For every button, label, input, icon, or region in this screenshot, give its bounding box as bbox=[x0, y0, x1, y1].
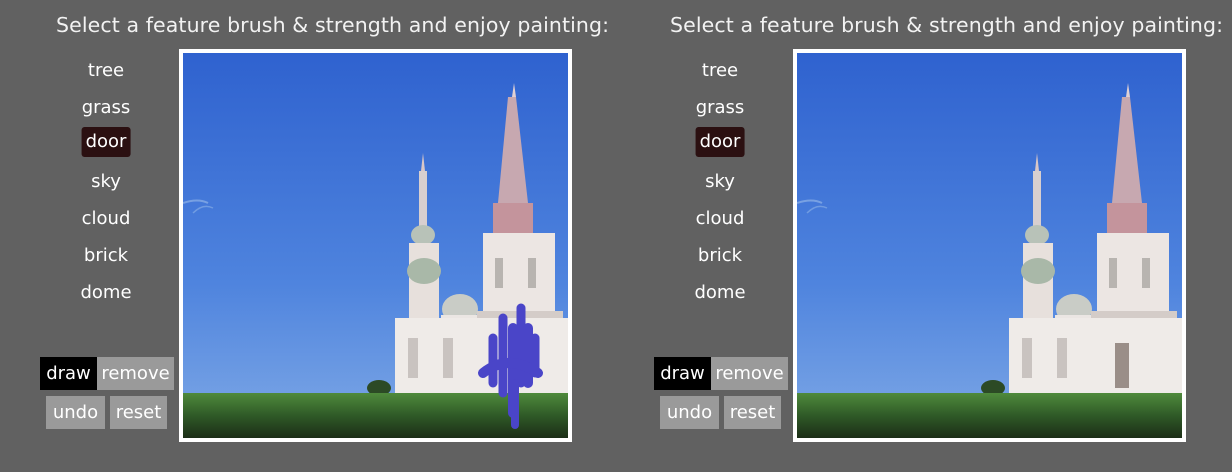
feature-brush-grass[interactable]: grass bbox=[78, 93, 135, 123]
draw-button[interactable]: draw bbox=[654, 357, 711, 390]
feature-brush-brick[interactable]: brick bbox=[694, 241, 746, 271]
feature-brush-cloud[interactable]: cloud bbox=[78, 204, 135, 234]
reset-button[interactable]: reset bbox=[724, 396, 781, 429]
painting-canvas[interactable] bbox=[179, 49, 572, 442]
remove-button[interactable]: remove bbox=[711, 357, 788, 390]
generated-image[interactable] bbox=[797, 53, 1182, 438]
feature-brush-tree[interactable]: tree bbox=[84, 56, 128, 86]
right-panel: Select a feature brush & strength and en… bbox=[614, 0, 1230, 472]
remove-button[interactable]: remove bbox=[97, 357, 174, 390]
reset-button[interactable]: reset bbox=[110, 396, 167, 429]
feature-brush-dome[interactable]: dome bbox=[76, 278, 135, 308]
feature-brush-grass[interactable]: grass bbox=[692, 93, 749, 123]
painting-canvas[interactable] bbox=[793, 49, 1186, 442]
feature-brush-door[interactable]: door bbox=[81, 127, 131, 157]
feature-brush-cloud[interactable]: cloud bbox=[692, 204, 749, 234]
panel-title: Select a feature brush & strength and en… bbox=[56, 13, 610, 37]
undo-button[interactable]: undo bbox=[46, 396, 105, 429]
feature-brush-dome[interactable]: dome bbox=[690, 278, 749, 308]
feature-brush-tree[interactable]: tree bbox=[698, 56, 742, 86]
feature-brush-sky[interactable]: sky bbox=[87, 167, 125, 197]
undo-button[interactable]: undo bbox=[660, 396, 719, 429]
draw-button[interactable]: draw bbox=[40, 357, 97, 390]
feature-brush-sky[interactable]: sky bbox=[701, 167, 739, 197]
feature-brush-brick[interactable]: brick bbox=[80, 241, 132, 271]
left-panel: Select a feature brush & strength and en… bbox=[0, 0, 616, 472]
generated-image[interactable] bbox=[183, 53, 568, 438]
panel-title: Select a feature brush & strength and en… bbox=[670, 13, 1224, 37]
feature-brush-door[interactable]: door bbox=[695, 127, 745, 157]
